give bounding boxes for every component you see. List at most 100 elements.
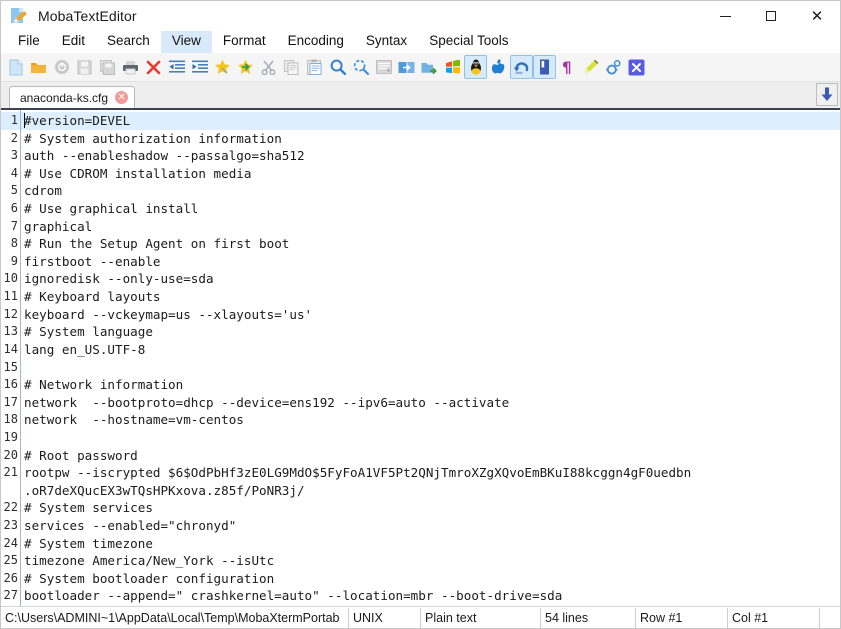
save-as-icon	[100, 60, 115, 75]
new-file-icon	[8, 59, 24, 76]
code-line[interactable]: # Partition clearing information	[21, 605, 840, 606]
text-caret	[24, 113, 25, 128]
cut-button[interactable]	[257, 55, 280, 79]
word-wrap-button[interactable]	[372, 55, 395, 79]
tab-bar: anaconda-ks.cfg ✕	[1, 82, 840, 110]
line-number: 13	[1, 323, 20, 341]
code-line[interactable]: # Root password	[21, 447, 840, 465]
code-line[interactable]: auth --enableshadow --passalgo=sha512	[21, 147, 840, 165]
increase-indent-icon	[192, 60, 208, 74]
code-line[interactable]	[21, 429, 840, 447]
status-spacer	[820, 608, 840, 628]
status-line-ending[interactable]: UNIX	[349, 608, 421, 628]
bookmark-next-button[interactable]	[234, 55, 257, 79]
exit-button[interactable]	[625, 55, 648, 79]
line-number: 12	[1, 306, 20, 324]
upload-file-button[interactable]	[418, 55, 441, 79]
code-line[interactable]: lang en_US.UTF-8	[21, 341, 840, 359]
menu-item-file[interactable]: File	[7, 30, 51, 55]
undo-button[interactable]	[510, 55, 533, 79]
maximize-icon	[766, 11, 776, 21]
title-bar: MobaTextEditor ✕	[1, 1, 840, 31]
line-number-gutter: 1234567891011121314151617181920212223242…	[1, 110, 21, 606]
find-button[interactable]	[326, 55, 349, 79]
scroll-down-button[interactable]	[816, 83, 838, 106]
line-number: 19	[1, 429, 20, 447]
code-line[interactable]: # System bootloader configuration	[21, 570, 840, 588]
open-folder-button[interactable]	[27, 55, 50, 79]
line-number: 28	[1, 605, 20, 606]
code-line[interactable]: # Use CDROM installation media	[21, 165, 840, 183]
code-line[interactable]: rootpw --iscrypted $6$OdPbHf3zE0LG9MdO$5…	[21, 464, 840, 482]
code-line[interactable]: # Network information	[21, 376, 840, 394]
code-line[interactable]: #version=DEVEL	[21, 112, 840, 130]
code-area[interactable]: #version=DEVEL# System authorization inf…	[21, 110, 840, 606]
code-line[interactable]: # Run the Setup Agent on first boot	[21, 235, 840, 253]
code-line[interactable]: services --enabled="chronyd"	[21, 517, 840, 535]
show-pilcrow-button[interactable]: ¶	[556, 55, 579, 79]
line-number: 23	[1, 517, 20, 535]
new-file-button[interactable]	[4, 55, 27, 79]
code-line[interactable]: cdrom	[21, 182, 840, 200]
line-number: 2	[1, 130, 20, 148]
code-line[interactable]: # System services	[21, 499, 840, 517]
code-line[interactable]: network --hostname=vm-centos	[21, 411, 840, 429]
code-line[interactable]: # System authorization information	[21, 130, 840, 148]
minimize-button[interactable]	[702, 1, 748, 31]
close-file-button[interactable]	[142, 55, 165, 79]
svg-text:¶: ¶	[562, 59, 572, 75]
status-file-type[interactable]: Plain text	[421, 608, 541, 628]
line-number: 4	[1, 165, 20, 183]
code-line[interactable]: .oR7deXQucEX3wTQsHPKxova.z85f/PoNR3j/	[21, 482, 840, 500]
menu-item-search[interactable]: Search	[96, 30, 161, 55]
code-line[interactable]: bootloader --append=" crashkernel=auto" …	[21, 587, 840, 605]
upload-file-icon	[421, 60, 438, 75]
code-line[interactable]: ignoredisk --only-use=sda	[21, 270, 840, 288]
save-button[interactable]	[73, 55, 96, 79]
send-to-terminal-button[interactable]	[395, 55, 418, 79]
save-icon	[77, 60, 92, 75]
reload-button[interactable]	[50, 55, 73, 79]
save-as-button[interactable]	[96, 55, 119, 79]
mac-format-button[interactable]	[487, 55, 510, 79]
line-number: 27	[1, 587, 20, 605]
menu-item-special-tools[interactable]: Special Tools	[418, 30, 519, 55]
highlighter-button[interactable]	[579, 55, 602, 79]
mobatexteditor-window: MobaTextEditor ✕ File Edit Search View F…	[0, 0, 841, 629]
menu-item-syntax[interactable]: Syntax	[355, 30, 418, 55]
line-number: 18	[1, 411, 20, 429]
code-line[interactable]: timezone America/New_York --isUtc	[21, 552, 840, 570]
editor-area[interactable]: 1234567891011121314151617181920212223242…	[1, 110, 840, 606]
find-replace-button[interactable]	[349, 55, 372, 79]
settings-button[interactable]	[602, 55, 625, 79]
code-line[interactable]: graphical	[21, 218, 840, 236]
line-number: 15	[1, 359, 20, 377]
windows-format-button[interactable]	[441, 55, 464, 79]
code-line[interactable]: keyboard --vckeymap=us --xlayouts='us'	[21, 306, 840, 324]
usb-drive-button[interactable]	[533, 55, 556, 79]
print-button[interactable]	[119, 55, 142, 79]
code-line[interactable]: # Keyboard layouts	[21, 288, 840, 306]
tab-close-icon[interactable]: ✕	[115, 91, 128, 104]
code-line[interactable]: # System timezone	[21, 535, 840, 553]
paste-button[interactable]	[303, 55, 326, 79]
menu-item-edit[interactable]: Edit	[51, 30, 96, 55]
code-line[interactable]	[21, 359, 840, 377]
menu-item-format[interactable]: Format	[212, 30, 277, 55]
bookmark-toggle-button[interactable]	[211, 55, 234, 79]
linux-format-button[interactable]	[464, 55, 487, 79]
highlighter-icon	[583, 59, 599, 75]
menu-item-view[interactable]: View	[161, 30, 212, 55]
code-line[interactable]: # Use graphical install	[21, 200, 840, 218]
code-line[interactable]: firstboot --enable	[21, 253, 840, 271]
code-line[interactable]: # System language	[21, 323, 840, 341]
menu-item-encoding[interactable]: Encoding	[277, 30, 355, 55]
line-number: 9	[1, 253, 20, 271]
tab-anaconda-ks-cfg[interactable]: anaconda-ks.cfg ✕	[9, 86, 135, 108]
maximize-button[interactable]	[748, 1, 794, 31]
close-button[interactable]: ✕	[794, 1, 840, 31]
copy-button[interactable]	[280, 55, 303, 79]
decrease-indent-button[interactable]	[165, 55, 188, 79]
increase-indent-button[interactable]	[188, 55, 211, 79]
code-line[interactable]: network --bootproto=dhcp --device=ens192…	[21, 394, 840, 412]
